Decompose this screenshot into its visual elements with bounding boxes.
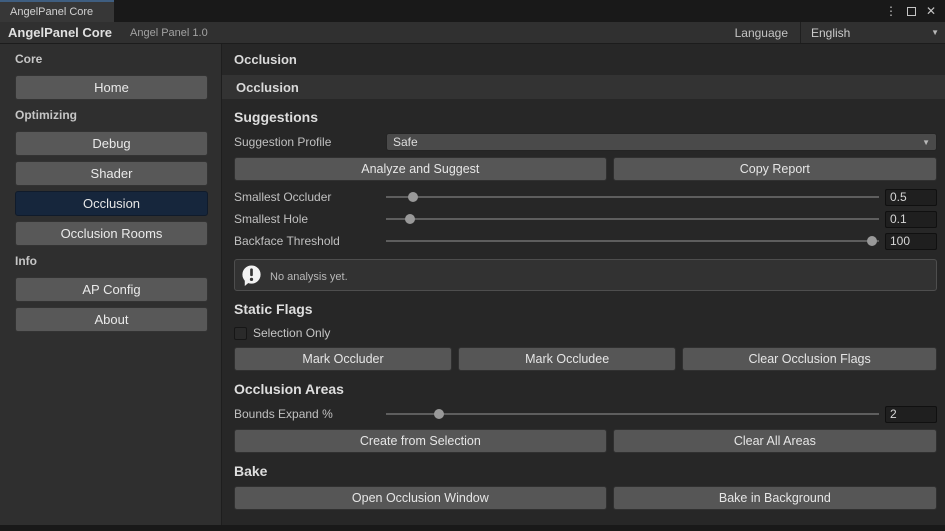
bounds-expand-slider[interactable] <box>386 404 879 424</box>
info-icon <box>242 264 261 286</box>
sidebar-item-shader[interactable]: Shader <box>15 161 208 186</box>
sidebar-item-home[interactable]: Home <box>15 75 208 100</box>
occlusion-areas-header: Occlusion Areas <box>234 381 344 397</box>
static-flags-header: Static Flags <box>234 301 313 317</box>
toolbar: AngelPanel Core Angel Panel 1.0 Language… <box>0 22 945 44</box>
slider-thumb[interactable] <box>867 236 878 246</box>
bake-header: Bake <box>234 463 268 479</box>
mark-occluder-button[interactable]: Mark Occluder <box>234 347 453 371</box>
chevron-down-icon: ▼ <box>931 28 939 37</box>
section-band: Occlusion <box>222 75 945 99</box>
suggestions-buttons: Analyze and Suggest Copy Report <box>234 157 937 181</box>
smallest-hole-label: Smallest Hole <box>234 212 309 226</box>
slider-thumb[interactable] <box>433 409 444 419</box>
clear-all-areas-button[interactable]: Clear All Areas <box>612 429 937 453</box>
app-title: AngelPanel Core <box>8 25 113 40</box>
occlusion-areas-buttons: Create from Selection Clear All Areas <box>234 429 937 453</box>
bounds-expand-row: Bounds Expand % 2 <box>234 404 937 424</box>
suggestion-profile-row: Suggestion Profile Safe ▼ <box>234 132 937 152</box>
smallest-occluder-label: Smallest Occluder <box>234 190 332 204</box>
slider-track-line <box>386 240 879 242</box>
copy-report-button[interactable]: Copy Report <box>612 157 937 181</box>
selection-only-checkbox[interactable] <box>234 326 247 340</box>
smallest-occluder-row: Smallest Occluder 0.5 <box>234 187 937 207</box>
sidebar-group: Debug Shader Occlusion Occlusion Rooms <box>15 131 208 246</box>
language-label: Language <box>734 25 788 40</box>
smallest-hole-row: Smallest Hole 0.1 <box>234 209 937 229</box>
window-bottom-edge <box>0 525 945 531</box>
app-version: Angel Panel 1.0 <box>130 26 208 39</box>
notice-box: No analysis yet. <box>234 259 937 291</box>
bake-buttons: Open Occlusion Window Bake in Background <box>234 486 937 510</box>
smallest-occluder-value-field[interactable]: 0.5 <box>885 188 937 206</box>
backface-threshold-row: Backface Threshold 100 <box>234 231 937 251</box>
main-panel: Occlusion Occlusion Suggestions Suggesti… <box>222 44 945 525</box>
backface-threshold-label: Backface Threshold <box>234 234 340 248</box>
clear-occlusion-flags-button[interactable]: Clear Occlusion Flags <box>682 347 938 371</box>
window-tab-label: AngelPanel Core <box>10 6 94 18</box>
sidebar-item-occlusion[interactable]: Occlusion <box>15 191 208 216</box>
suggestions-header: Suggestions <box>234 109 319 125</box>
chevron-down-icon: ▼ <box>922 137 930 147</box>
section-band-label: Occlusion <box>236 79 299 95</box>
smallest-occluder-slider[interactable] <box>386 187 879 207</box>
sidebar-section-optimizing: Optimizing <box>15 108 77 122</box>
language-dropdown[interactable]: English ▼ <box>801 22 945 43</box>
static-flags-buttons: Mark Occluder Mark Occludee Clear Occlus… <box>234 347 938 371</box>
maximize-icon[interactable] <box>906 6 916 16</box>
sidebar-item-about[interactable]: About <box>15 307 208 332</box>
window-controls: ⋮ ✕ <box>885 0 945 22</box>
selection-only-label: Selection Only <box>253 326 331 340</box>
sidebar-section-info: Info <box>15 254 37 268</box>
create-from-selection-button[interactable]: Create from Selection <box>234 429 607 453</box>
toolbar-right: Language English ▼ <box>723 22 945 43</box>
suggestion-profile-value: Safe <box>393 135 418 149</box>
selection-only-row: Selection Only <box>234 324 937 342</box>
menu-kebab-icon[interactable]: ⋮ <box>885 5 897 17</box>
slider-track-line <box>386 196 879 198</box>
bake-in-background-button[interactable]: Bake in Background <box>612 486 937 510</box>
open-occlusion-window-button[interactable]: Open Occlusion Window <box>234 486 607 510</box>
window-content: Core Home Optimizing Debug Shader Occlus… <box>0 44 945 525</box>
backface-threshold-slider[interactable] <box>386 231 879 251</box>
mark-occludee-button[interactable]: Mark Occludee <box>458 347 677 371</box>
suggestion-profile-dropdown[interactable]: Safe ▼ <box>386 133 937 151</box>
slider-thumb[interactable] <box>404 214 415 224</box>
slider-track-line <box>386 413 879 415</box>
sidebar-item-debug[interactable]: Debug <box>15 131 208 156</box>
close-icon[interactable]: ✕ <box>926 5 936 17</box>
language-value: English <box>811 25 851 40</box>
tab-strip: AngelPanel Core ⋮ ✕ <box>0 0 945 22</box>
sidebar-group: AP Config About <box>15 277 208 332</box>
page-title: Occlusion <box>234 52 297 67</box>
window-tab[interactable]: AngelPanel Core <box>0 0 114 22</box>
sidebar-item-occlusion-rooms[interactable]: Occlusion Rooms <box>15 221 208 246</box>
sidebar-section-core: Core <box>15 52 43 66</box>
smallest-hole-value-field[interactable]: 0.1 <box>885 210 937 228</box>
bounds-expand-label: Bounds Expand % <box>234 407 333 421</box>
notice-text: No analysis yet. <box>270 271 348 283</box>
backface-threshold-value-field[interactable]: 100 <box>885 232 937 250</box>
smallest-hole-slider[interactable] <box>386 209 879 229</box>
sidebar-item-ap-config[interactable]: AP Config <box>15 277 208 302</box>
bounds-expand-value-field[interactable]: 2 <box>885 405 937 423</box>
analyze-and-suggest-button[interactable]: Analyze and Suggest <box>234 157 607 181</box>
slider-track-line <box>386 218 879 220</box>
sidebar-group: Home <box>15 75 208 100</box>
suggestion-profile-label: Suggestion Profile <box>234 135 332 149</box>
sidebar: Core Home Optimizing Debug Shader Occlus… <box>0 44 222 525</box>
slider-thumb[interactable] <box>408 192 419 202</box>
